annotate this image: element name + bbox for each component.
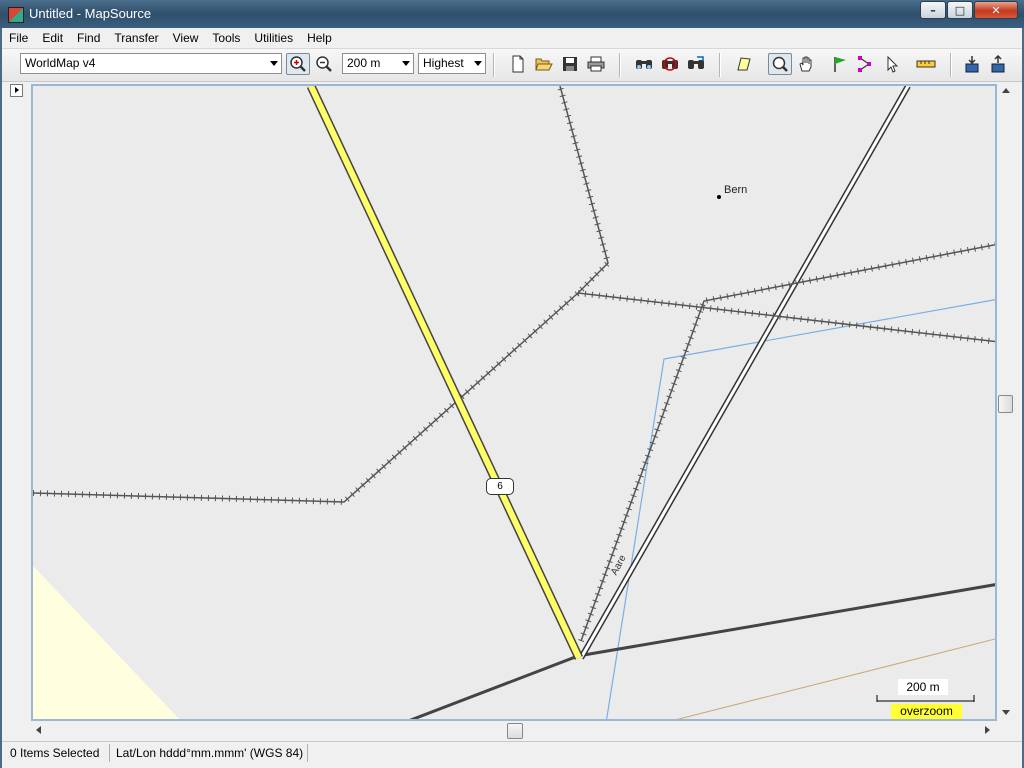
- zoom-in-button[interactable]: [286, 53, 310, 75]
- find-nearest-button[interactable]: [658, 53, 682, 75]
- land-zone: [33, 566, 180, 719]
- find-route-icon: [688, 56, 704, 69]
- hand-tool-button[interactable]: [794, 53, 818, 75]
- toolbar: WorldMap v4 200 m Highest: [2, 49, 1022, 82]
- receive-from-device-icon: [965, 56, 979, 73]
- save-icon: [563, 57, 577, 71]
- close-button[interactable]: ✕: [974, 1, 1018, 19]
- scale-bar: [876, 695, 975, 702]
- chevron-down-icon: [474, 61, 482, 66]
- product-select-value: WorldMap v4: [25, 56, 96, 70]
- map-tool-button[interactable]: [732, 53, 756, 75]
- menu-edit[interactable]: Edit: [35, 31, 70, 45]
- route-shield-6[interactable]: 6: [486, 478, 514, 495]
- hand-tool-icon: [799, 56, 812, 72]
- status-bar: 0 Items Selected Lat/Lon hddd°mm.mmm' (W…: [2, 741, 1022, 764]
- city-label-bern[interactable]: Bern: [724, 184, 747, 196]
- menu-find[interactable]: Find: [70, 31, 107, 45]
- map-tool-icon: [737, 57, 751, 71]
- vertical-scroll-thumb[interactable]: [998, 395, 1013, 413]
- scale-label: 200 m: [898, 679, 948, 695]
- zoom-tool-icon: [772, 56, 788, 72]
- status-selected-count: 0 Items Selected: [4, 744, 110, 762]
- chevron-down-icon: [270, 61, 278, 66]
- detail-value: Highest: [423, 56, 464, 70]
- find-icon: [636, 60, 652, 69]
- zoom-scale-value: 200 m: [347, 56, 381, 70]
- map-canvas[interactable]: [33, 86, 997, 721]
- route-tool-button[interactable]: [854, 53, 878, 75]
- mapsource-window: Untitled - MapSource – □ ✕ File Edit Fin…: [0, 0, 1024, 768]
- menu-transfer[interactable]: Transfer: [107, 31, 165, 45]
- save-button[interactable]: [558, 53, 582, 75]
- minimize-button[interactable]: –: [920, 1, 946, 19]
- scroll-right-icon[interactable]: [985, 726, 990, 734]
- menu-tools[interactable]: Tools: [205, 31, 247, 45]
- toolbar-separator: [619, 53, 621, 77]
- title-bar[interactable]: Untitled - MapSource – □ ✕: [0, 0, 1024, 28]
- scroll-left-icon[interactable]: [36, 726, 41, 734]
- zoom-in-icon: [290, 56, 306, 72]
- app-icon[interactable]: [8, 7, 24, 23]
- menu-bar: File Edit Find Transfer View Tools Utili…: [2, 28, 1022, 49]
- find-button[interactable]: [632, 53, 656, 75]
- scroll-down-icon[interactable]: [1002, 710, 1010, 715]
- new-file-icon: [512, 55, 524, 73]
- overzoom-badge: overzoom: [891, 704, 962, 719]
- highway-6-fill: [308, 86, 582, 660]
- print-icon: [587, 56, 605, 72]
- aare-road-fill: [579, 86, 910, 659]
- maximize-button[interactable]: □: [947, 1, 973, 19]
- chevron-down-icon: [402, 61, 410, 66]
- selection-tool-button[interactable]: [880, 53, 904, 75]
- left-panel-gutter: [8, 84, 30, 721]
- find-route-button[interactable]: [684, 53, 708, 75]
- zoom-out-icon: [316, 56, 332, 72]
- open-button[interactable]: [532, 53, 556, 75]
- route-tool-icon: [858, 56, 871, 72]
- toolbar-separator: [493, 53, 495, 77]
- menu-help[interactable]: Help: [300, 31, 339, 45]
- distance-ruler-icon: [916, 60, 936, 68]
- toolbar-separator: [719, 53, 721, 77]
- send-to-device-icon: [991, 55, 1005, 73]
- receive-from-device-button[interactable]: [960, 53, 984, 75]
- detail-select[interactable]: Highest: [418, 53, 486, 74]
- status-coordinate-format: Lat/Lon hddd°mm.mmm' (WGS 84): [110, 744, 308, 762]
- product-select[interactable]: WorldMap v4: [20, 53, 282, 74]
- find-nearest-icon: [662, 57, 678, 71]
- waypoint-tool-button[interactable]: [828, 53, 852, 75]
- map-view[interactable]: [31, 84, 997, 721]
- zoom-out-button[interactable]: [312, 53, 336, 75]
- toolbar-separator: [950, 53, 952, 77]
- print-button[interactable]: [584, 53, 608, 75]
- selection-arrow-icon: [887, 55, 899, 73]
- horizontal-scrollbar[interactable]: [31, 721, 997, 739]
- menu-utilities[interactable]: Utilities: [247, 31, 300, 45]
- window-title: Untitled - MapSource: [29, 6, 152, 21]
- menu-view[interactable]: View: [166, 31, 206, 45]
- waypoint-flag-icon: [834, 57, 846, 72]
- distance-tool-button[interactable]: [914, 53, 938, 75]
- window-border-left: [0, 28, 2, 768]
- horizontal-scroll-thumb[interactable]: [507, 723, 523, 739]
- zoom-scale-select[interactable]: 200 m: [342, 53, 414, 74]
- send-to-device-button[interactable]: [986, 53, 1010, 75]
- scroll-up-icon[interactable]: [1002, 88, 1010, 93]
- open-folder-icon: [535, 58, 553, 71]
- vertical-scrollbar[interactable]: [997, 84, 1014, 721]
- new-file-button[interactable]: [506, 53, 530, 75]
- railway-lines: [33, 86, 995, 643]
- window-controls: – □ ✕: [919, 1, 1018, 21]
- expand-panel-button[interactable]: [10, 84, 23, 97]
- city-point-bern[interactable]: [717, 195, 721, 199]
- menu-file[interactable]: File: [2, 31, 35, 45]
- zoom-tool-button[interactable]: [768, 53, 792, 75]
